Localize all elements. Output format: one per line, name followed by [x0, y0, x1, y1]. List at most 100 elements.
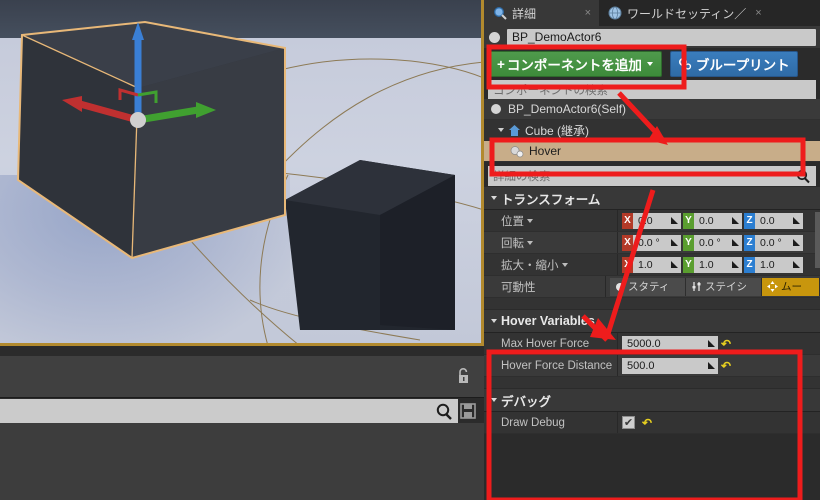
- position-x-input[interactable]: 0.0: [633, 212, 681, 229]
- chevron-down-icon[interactable]: [527, 218, 533, 223]
- reset-arrow-icon[interactable]: ↶: [642, 417, 652, 429]
- mobility-static-button[interactable]: スタティ: [610, 277, 686, 296]
- globe-icon: [608, 6, 622, 20]
- axis-z-label: Z: [744, 256, 755, 273]
- axis-x-label: X: [622, 256, 633, 273]
- save-disk-icon[interactable]: [460, 403, 476, 419]
- axis-y[interactable]: Y 0.0: [683, 212, 742, 229]
- scale-x-input[interactable]: 1.0: [633, 256, 681, 273]
- expand-triangle-icon[interactable]: [498, 128, 504, 132]
- hover-force-distance-input[interactable]: 500.0: [622, 357, 718, 374]
- tree-row-cube[interactable]: Cube (継承): [484, 120, 820, 141]
- property-label-draw-debug: Draw Debug: [484, 412, 618, 433]
- position-z-input[interactable]: 0.0: [755, 212, 803, 229]
- tree-row-hover[interactable]: Hover: [484, 141, 820, 162]
- details-search-input[interactable]: 詳細の検索: [488, 166, 816, 186]
- component-search-placeholder: コンポーネントの検索: [493, 84, 608, 97]
- property-row-mobility: 可動性 スタティ ステイシ ムー: [484, 276, 820, 298]
- label-text: 回転: [501, 237, 524, 250]
- tree-row-self[interactable]: BP_DemoActor6(Self): [484, 99, 820, 120]
- chevron-down-icon: [646, 62, 653, 66]
- section-header-debug[interactable]: デバッグ: [484, 388, 820, 412]
- reset-arrow-icon[interactable]: ↶: [721, 338, 731, 350]
- collapse-triangle-icon[interactable]: [491, 398, 497, 402]
- property-row-max-hover-force: Max Hover Force 5000.0 ↶: [484, 333, 820, 355]
- component-tree: BP_DemoActor6(Self) Cube (継承) Hover: [484, 99, 820, 162]
- chevron-down-icon[interactable]: [527, 240, 533, 245]
- property-value-rotation: X 0.0 ° Y 0.0 ° Z 0.0 °: [618, 232, 820, 253]
- lower-left-panel: [0, 346, 484, 500]
- mobility-static-label: スタティ: [628, 281, 670, 293]
- property-value-mobility: スタティ ステイシ ムー: [606, 276, 820, 297]
- rotation-x-input[interactable]: 0.0 °: [633, 234, 681, 251]
- actor-name-field[interactable]: BP_DemoActor6: [507, 28, 816, 46]
- component-toolbar: + コンポーネントを追加 ブループリント: [484, 48, 820, 80]
- details-magnifier-icon: [494, 7, 507, 20]
- details-panel: 詳細 × ワールドセッティン／ × BP_DemoActor6 + コンポーネン…: [484, 0, 820, 500]
- panel-tab-bar: 詳細 × ワールドセッティン／ ×: [484, 0, 820, 26]
- lower-left-toolbar: [0, 356, 484, 398]
- mobility-stationary-button[interactable]: ステイシ: [686, 277, 762, 296]
- property-row-position: 位置 X 0.0 Y 0.0 Z 0.0: [484, 210, 820, 232]
- dot-icon: [616, 282, 624, 291]
- details-search-placeholder: 詳細の検索: [493, 171, 551, 183]
- tree-row-self-label: BP_DemoActor6(Self): [508, 102, 627, 116]
- lower-left-search-input[interactable]: [0, 399, 458, 423]
- collapse-triangle-icon[interactable]: [491, 196, 497, 200]
- add-component-plus: +: [497, 56, 505, 72]
- axis-y[interactable]: Y 0.0 °: [683, 234, 742, 251]
- section-spacer: [484, 298, 820, 309]
- property-label-max-hover-force: Max Hover Force: [484, 333, 618, 354]
- add-component-button[interactable]: + コンポーネントを追加: [488, 51, 662, 77]
- rotation-z-input[interactable]: 0.0 °: [755, 234, 803, 251]
- rotation-y-input[interactable]: 0.0 °: [694, 234, 742, 251]
- unlock-icon[interactable]: [456, 367, 472, 385]
- unreal-editor-window: 詳細 × ワールドセッティン／ × BP_DemoActor6 + コンポーネン…: [0, 0, 820, 500]
- tab-world-settings-label: ワールドセッティン／: [627, 6, 747, 21]
- property-label-scale: 拡大・縮小: [484, 254, 618, 275]
- property-label-position: 位置: [484, 210, 618, 231]
- tab-details-close-icon[interactable]: ×: [585, 7, 591, 19]
- component-search-input[interactable]: コンポーネントの検索: [488, 80, 816, 99]
- add-component-label: コンポーネントを追加: [506, 58, 642, 73]
- mobility-movable-button[interactable]: ムー: [762, 277, 820, 296]
- vector-position: X 0.0 Y 0.0 Z 0.0: [622, 212, 803, 229]
- section-debug-title: デバッグ: [501, 394, 552, 409]
- property-row-draw-debug: Draw Debug ✔ ↶: [484, 412, 820, 434]
- section-hover-variables-title: Hover Variables: [501, 314, 595, 328]
- scale-z-input[interactable]: 1.0: [755, 256, 803, 273]
- tab-world-settings[interactable]: ワールドセッティン／ ×: [599, 0, 820, 26]
- property-label-hover-force-distance: Hover Force Distance: [484, 355, 618, 376]
- axis-z-label: Z: [744, 212, 755, 229]
- section-header-transform[interactable]: トランスフォーム: [484, 186, 820, 210]
- level-viewport[interactable]: [0, 0, 484, 346]
- details-scrollbar[interactable]: [815, 212, 820, 268]
- axis-z[interactable]: Z 0.0: [744, 212, 803, 229]
- section-header-hover-variables[interactable]: Hover Variables: [484, 309, 820, 333]
- draw-debug-checkbox[interactable]: ✔: [622, 416, 635, 429]
- axis-z[interactable]: Z 0.0 °: [744, 234, 803, 251]
- tab-world-settings-close-icon[interactable]: ×: [755, 7, 761, 19]
- actor-name-row: BP_DemoActor6: [484, 26, 820, 48]
- axis-y[interactable]: Y 1.0: [683, 256, 742, 273]
- tab-details[interactable]: 詳細 ×: [484, 0, 599, 26]
- axis-z[interactable]: Z 1.0: [744, 256, 803, 273]
- axis-x[interactable]: X 0.0: [622, 212, 681, 229]
- collapse-triangle-icon[interactable]: [491, 319, 497, 323]
- chevron-down-icon[interactable]: [561, 262, 568, 267]
- vector-scale: X 1.0 Y 1.0 Z 1.0: [622, 256, 803, 273]
- blueprint-button[interactable]: ブループリント: [669, 51, 798, 77]
- scale-y-input[interactable]: 1.0: [694, 256, 742, 273]
- property-row-hover-force-distance: Hover Force Distance 500.0 ↶: [484, 355, 820, 377]
- label-text: 可動性: [501, 281, 536, 294]
- position-y-input[interactable]: 0.0: [694, 212, 742, 229]
- reset-arrow-icon[interactable]: ↶: [721, 360, 731, 372]
- magnifier-icon[interactable]: [796, 169, 811, 184]
- axis-x[interactable]: X 1.0: [622, 256, 681, 273]
- max-hover-force-input[interactable]: 5000.0: [622, 335, 718, 352]
- magnifier-icon[interactable]: [434, 401, 456, 421]
- axis-x[interactable]: X 0.0 °: [622, 234, 681, 251]
- label-text: 位置: [501, 215, 524, 228]
- property-value-hover-force-distance: 500.0 ↶: [618, 355, 820, 376]
- viewport-scene-svg: [16, 20, 484, 346]
